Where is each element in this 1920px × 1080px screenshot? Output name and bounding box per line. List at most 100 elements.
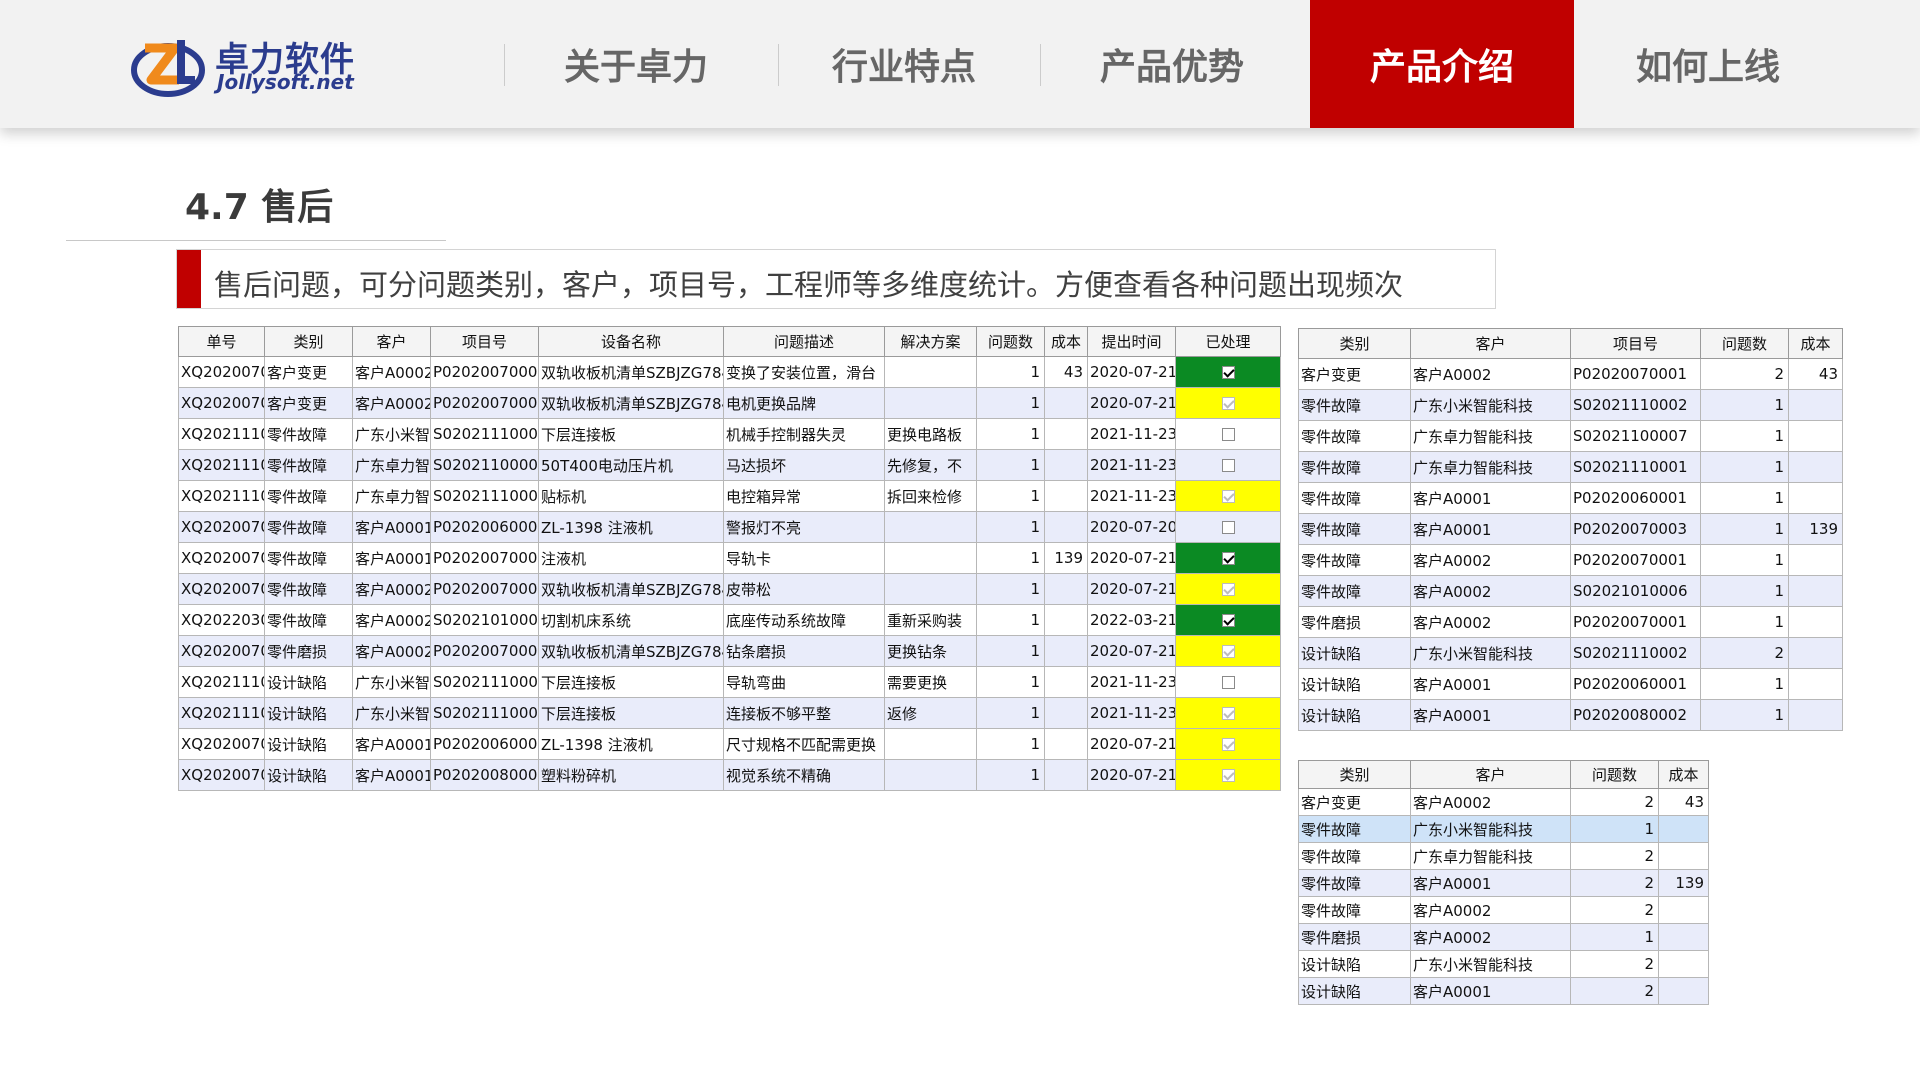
column-header[interactable]: 已处理 (1175, 326, 1281, 357)
column-header[interactable]: 问题描述 (723, 326, 885, 357)
table-row[interactable]: 零件故障 广东小米智能科技 1 (1298, 815, 1709, 843)
processed-checkbox[interactable] (1221, 645, 1235, 658)
table-cell: 广东卓力智能科技 (1410, 842, 1571, 870)
table-row[interactable]: 零件故障 广东卓力智能科技 2 (1298, 842, 1709, 870)
table-row[interactable]: XQ202111000设计缺陷广东小米智S02021110002下层连接板导轨弯… (178, 666, 1281, 698)
nav-item-advantages[interactable]: 产品优势 (1040, 0, 1304, 128)
table-cell: 先修复，不 (884, 449, 977, 481)
table-row[interactable]: XQ202007000零件磨损客户A0002P02020070001双轨收板机清… (178, 635, 1281, 667)
column-header[interactable]: 成本 (1658, 760, 1709, 789)
table-row[interactable]: 设计缺陷 广东小米智能科技 S02021110002 2 (1298, 637, 1843, 669)
table-row[interactable]: XQ202007000零件故障客户A0001P02020070003注液机导轨卡… (178, 542, 1281, 574)
jollysoft-logo[interactable]: 卓力软件 Jollysoft.net (131, 32, 361, 104)
table-row[interactable]: XQ202111000设计缺陷广东小米智S02021110002下层连接板连接板… (178, 697, 1281, 729)
processed-cell[interactable] (1175, 759, 1281, 791)
column-header[interactable]: 客户 (1410, 328, 1571, 359)
processed-checkbox[interactable] (1221, 366, 1235, 379)
processed-cell[interactable] (1175, 542, 1281, 574)
processed-cell[interactable] (1175, 573, 1281, 605)
table-row[interactable]: 设计缺陷 广东小米智能科技 2 (1298, 950, 1709, 978)
column-header[interactable]: 类别 (264, 326, 353, 357)
processed-cell[interactable] (1175, 635, 1281, 667)
column-header[interactable]: 问题数 (1700, 328, 1789, 359)
table-row[interactable]: 零件磨损 客户A0002 1 (1298, 923, 1709, 951)
processed-checkbox[interactable] (1221, 521, 1235, 534)
processed-checkbox[interactable] (1221, 428, 1235, 441)
processed-checkbox[interactable] (1221, 614, 1235, 627)
table-row[interactable]: XQ202007000零件故障客户A0002P02020070001双轨收板机清… (178, 573, 1281, 605)
processed-checkbox[interactable] (1221, 397, 1235, 410)
table-row[interactable]: XQ202007000设计缺陷客户A0001P02020080002塑料粉碎机视… (178, 759, 1281, 791)
table-row[interactable]: XQ202007000客户变更客户A0002P02020070001双轨收板机清… (178, 387, 1281, 419)
processed-checkbox[interactable] (1221, 738, 1235, 751)
column-header[interactable]: 问题数 (976, 326, 1045, 357)
column-header[interactable]: 问题数 (1570, 760, 1659, 789)
column-header[interactable]: 客户 (1410, 760, 1571, 789)
nav-item-product-intro[interactable]: 产品介绍 (1310, 0, 1574, 128)
processed-cell[interactable] (1175, 604, 1281, 636)
processed-cell[interactable] (1175, 449, 1281, 481)
processed-cell[interactable] (1175, 387, 1281, 419)
column-header[interactable]: 类别 (1298, 328, 1411, 359)
processed-cell[interactable] (1175, 511, 1281, 543)
column-header[interactable]: 提出时间 (1087, 326, 1176, 357)
table-row[interactable]: 客户变更 客户A0002 P02020070001 2 43 (1298, 358, 1843, 390)
nav-item-industry[interactable]: 行业特点 (772, 0, 1036, 128)
column-header[interactable]: 项目号 (430, 326, 539, 357)
table-row[interactable]: XQ202111000零件故障广东小米智S02021110002下层连接板机械手… (178, 418, 1281, 450)
table-row[interactable]: XQ202111000零件故障广东卓力智S0202110000750T400电动… (178, 449, 1281, 481)
table-row[interactable]: 零件故障 客户A0002 P02020070001 1 (1298, 544, 1843, 576)
processed-checkbox[interactable] (1221, 490, 1235, 503)
table-row[interactable]: XQ202007000设计缺陷客户A0001P02020060001ZL-139… (178, 728, 1281, 760)
processed-checkbox[interactable] (1221, 552, 1235, 565)
processed-checkbox[interactable] (1221, 459, 1235, 472)
table-cell: 2020-07-20 (1087, 511, 1176, 543)
column-header[interactable]: 客户 (352, 326, 431, 357)
processed-cell[interactable] (1175, 666, 1281, 698)
table-cell: 1 (1700, 544, 1789, 576)
processed-cell[interactable] (1175, 480, 1281, 512)
processed-checkbox[interactable] (1221, 769, 1235, 782)
column-header[interactable]: 设备名称 (538, 326, 724, 357)
nav-item-about[interactable]: 关于卓力 (504, 0, 768, 128)
processed-cell[interactable] (1175, 728, 1281, 760)
table-cell: 客户变更 (1298, 358, 1411, 390)
table-row[interactable]: 零件故障 客户A0001 P02020060001 1 (1298, 482, 1843, 514)
column-header[interactable]: 解决方案 (884, 326, 977, 357)
table-row[interactable]: 设计缺陷 客户A0001 P02020060001 1 (1298, 668, 1843, 700)
table-row[interactable]: 零件故障 客户A0002 S02021010006 1 (1298, 575, 1843, 607)
table-row[interactable]: 设计缺陷 客户A0001 2 (1298, 977, 1709, 1005)
column-header[interactable]: 成本 (1044, 326, 1088, 357)
table-row[interactable]: 零件故障 广东卓力智能科技 S02021100007 1 (1298, 420, 1843, 452)
table-row[interactable]: XQ202111000零件故障广东卓力智S02021110001贴标机电控箱异常… (178, 480, 1281, 512)
table-cell (884, 387, 977, 419)
table-row[interactable]: 零件磨损 客户A0002 P02020070001 1 (1298, 606, 1843, 638)
table-row[interactable]: 零件故障 客户A0002 2 (1298, 896, 1709, 924)
column-header[interactable]: 类别 (1298, 760, 1411, 789)
column-header[interactable]: 单号 (178, 326, 265, 357)
processed-checkbox[interactable] (1221, 707, 1235, 720)
processed-cell[interactable] (1175, 697, 1281, 729)
table-cell: S02021110002 (430, 697, 539, 729)
processed-cell[interactable] (1175, 418, 1281, 450)
table-row[interactable]: 零件故障 客户A0001 2 139 (1298, 869, 1709, 897)
table-row[interactable]: 零件故障 客户A0001 P02020070003 1 139 (1298, 513, 1843, 545)
table-row[interactable]: XQ202007000零件故障客户A0001P02020060001ZL-139… (178, 511, 1281, 543)
table-row[interactable]: 客户变更 客户A0002 2 43 (1298, 788, 1709, 816)
table-cell: 客户A0001 (352, 728, 431, 760)
table-row[interactable]: XQ202203000零件故障客户A0002S02021010006切割机床系统… (178, 604, 1281, 636)
processed-cell[interactable] (1175, 356, 1281, 388)
table-header-row: 类别 客户 项目号 问题数 成本 (1298, 328, 1843, 359)
processed-checkbox[interactable] (1221, 583, 1235, 596)
column-header[interactable]: 项目号 (1570, 328, 1701, 359)
table-cell: S02021110002 (430, 666, 539, 698)
nav-item-go-live[interactable]: 如何上线 (1576, 0, 1840, 128)
table-cell: 2 (1570, 842, 1659, 870)
column-header[interactable]: 成本 (1788, 328, 1843, 359)
table-cell: ZL-1398 注液机 (538, 511, 724, 543)
table-row[interactable]: 零件故障 广东小米智能科技 S02021110002 1 (1298, 389, 1843, 421)
table-row[interactable]: 零件故障 广东卓力智能科技 S02021110001 1 (1298, 451, 1843, 483)
table-row[interactable]: XQ202007000客户变更客户A0002P02020070001双轨收板机清… (178, 356, 1281, 388)
table-row[interactable]: 设计缺陷 客户A0001 P02020080002 1 (1298, 699, 1843, 731)
processed-checkbox[interactable] (1221, 676, 1235, 689)
